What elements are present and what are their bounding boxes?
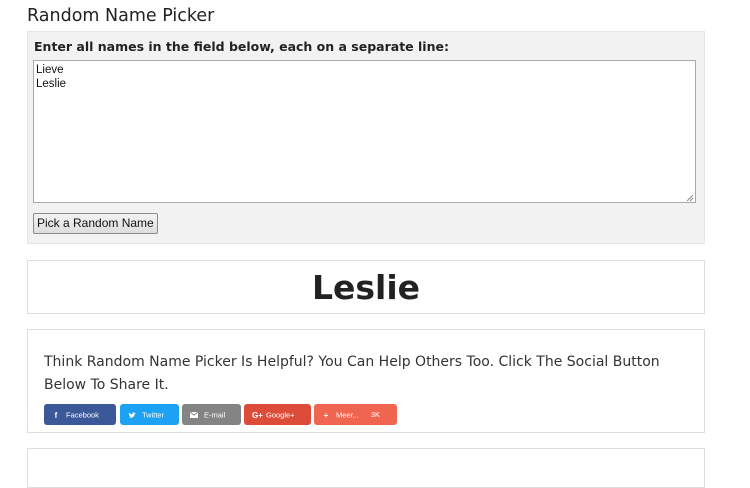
more-share-button[interactable]: + Meer... 3K xyxy=(314,404,397,425)
email-share-button[interactable]: E-mail xyxy=(182,404,241,425)
page-title: Random Name Picker xyxy=(27,6,215,26)
facebook-icon: f xyxy=(54,410,58,420)
picked-name: Leslie xyxy=(311,267,421,307)
result-box: Leslie xyxy=(27,260,705,314)
pick-random-name-button[interactable]: Pick a Random Name xyxy=(33,213,158,234)
next-section-box xyxy=(27,448,705,488)
twitter-icon xyxy=(128,405,136,425)
share-prompt-text: Think Random Name Picker Is Helpful? You… xyxy=(44,354,660,393)
instruction-label: Enter all names in the field below, each… xyxy=(34,39,449,54)
twitter-share-button[interactable]: Twitter xyxy=(120,404,179,425)
names-textarea[interactable] xyxy=(33,60,696,203)
email-icon xyxy=(189,405,199,425)
googleplus-share-button[interactable]: G+ Google+ xyxy=(244,404,311,425)
name-picker-panel: Enter all names in the field below, each… xyxy=(27,31,705,244)
google-plus-icon: G+ xyxy=(252,410,263,420)
plus-icon: + xyxy=(323,410,329,420)
share-count: 3K xyxy=(370,410,380,419)
share-section: Think Random Name Picker Is Helpful? You… xyxy=(27,329,705,433)
facebook-share-button[interactable]: f Facebook xyxy=(44,404,116,425)
